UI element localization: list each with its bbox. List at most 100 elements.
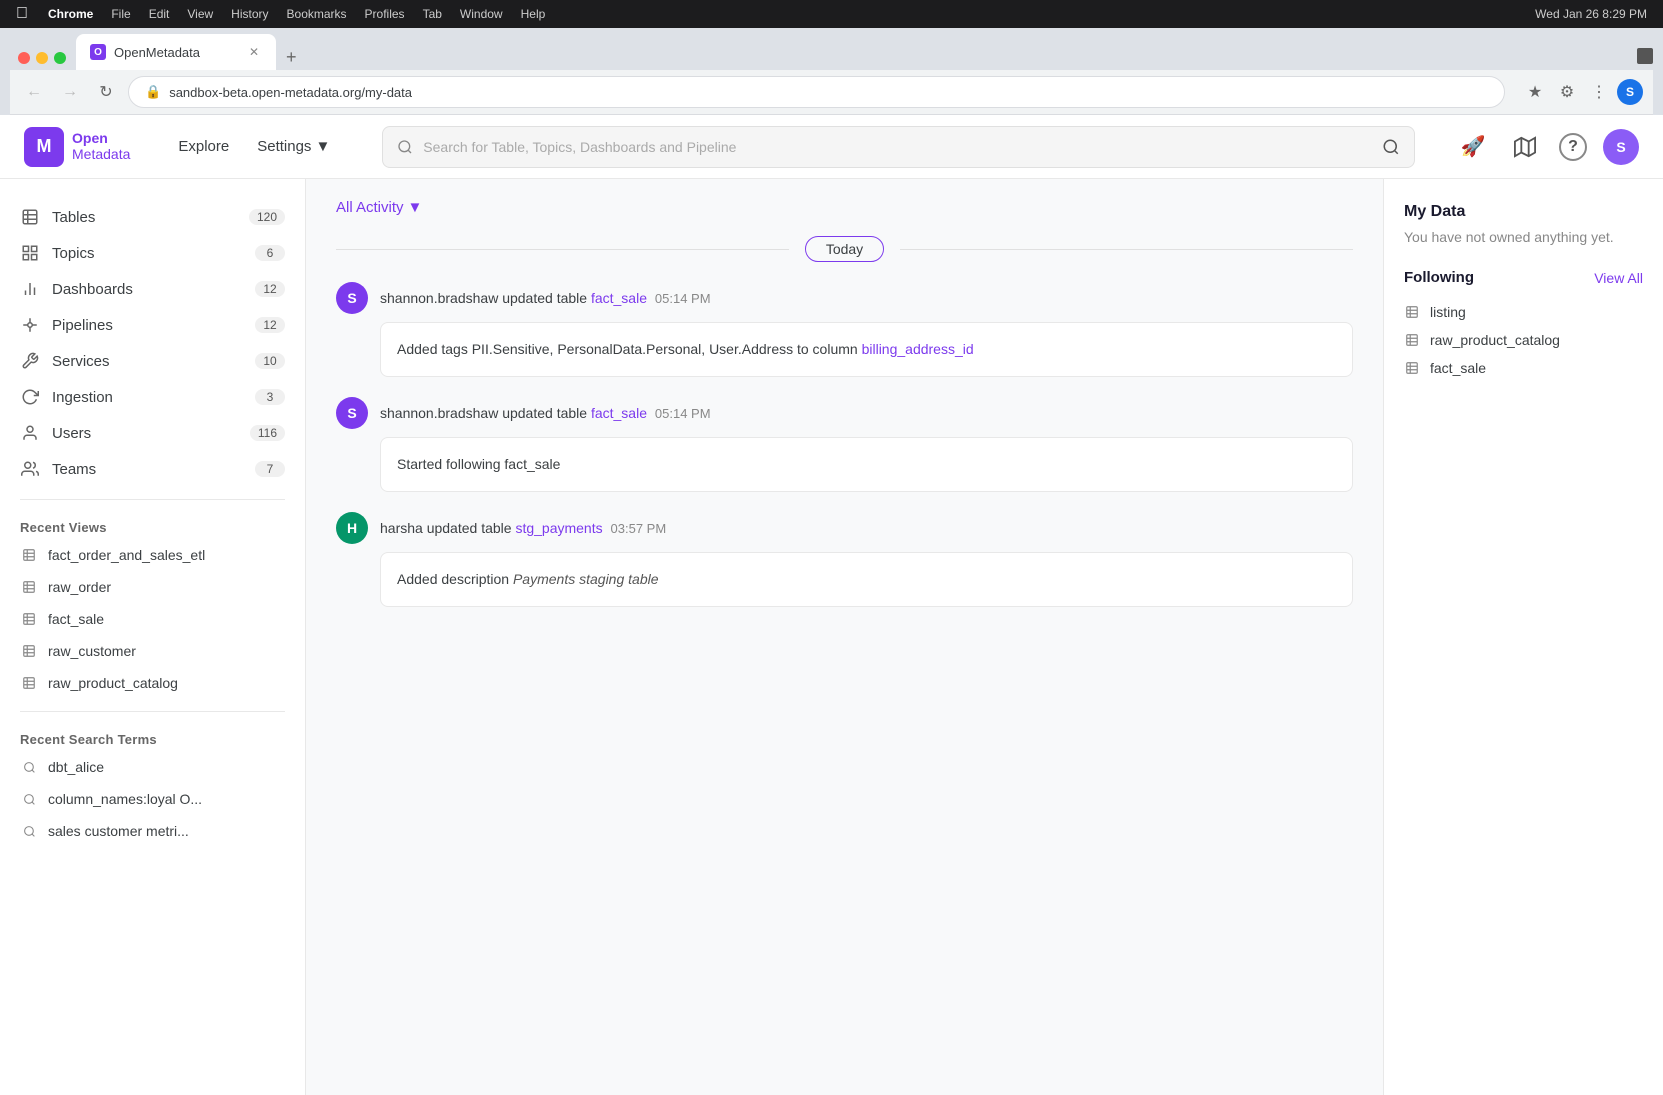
app-header: M Open Metadata Explore Settings ▼ Searc… [0,115,1663,179]
activity-text-2: harsha updated table stg_payments 03:57 … [380,520,666,536]
tables-icon [20,207,40,227]
reload-btn[interactable]: ↻ [92,78,120,106]
sidebar-item-dashboards[interactable]: Dashboards 12 [0,271,305,307]
help-icon[interactable]: ? [1559,133,1587,161]
activity-item-header-2: H harsha updated table stg_payments 03:5… [336,512,1353,544]
activity-card-2: Added description Payments staging table [380,552,1353,607]
sidebar-item-teams[interactable]: Teams 7 [0,451,305,487]
users-count: 116 [250,425,285,441]
chrome-nav-bar: ← → ↻ 🔒 sandbox-beta.open-metadata.org/m… [10,70,1653,115]
recent-search-label-1: column_names:loyal O... [48,791,202,807]
following-item-listing[interactable]: listing [1404,298,1643,326]
mac-menu-file[interactable]: File [111,7,130,21]
recent-view-raw-order[interactable]: raw_order [0,571,305,603]
sidebar-item-services[interactable]: Services 10 [0,343,305,379]
following-item-fact-sale[interactable]: fact_sale [1404,354,1643,382]
recent-view-raw-product-catalog[interactable]: raw_product_catalog [0,667,305,699]
bookmark-icon[interactable]: ★ [1521,78,1549,106]
recent-view-fact-order[interactable]: fact_order_and_sales_etl [0,539,305,571]
forward-btn[interactable]: → [56,78,84,106]
activity-card-italic-2: Payments staging table [513,571,659,587]
activity-item-0: S shannon.bradshaw updated table fact_sa… [336,282,1353,377]
sidebar-item-tables[interactable]: Tables 120 [0,199,305,235]
mac-menu-profiles[interactable]: Profiles [365,7,405,21]
activity-avatar-0: S [336,282,368,314]
following-section: Following View All listing raw_product_c… [1404,269,1643,382]
chrome-browser: O OpenMetadata ✕ + ← → ↻ 🔒 sandbox-beta.… [0,28,1663,115]
mac-menu-history[interactable]: History [231,7,268,21]
table-icon-recent-4 [20,674,38,692]
activity-table-link-2[interactable]: stg_payments [515,520,602,536]
activity-action-0: updated table [502,290,591,306]
activity-table-link-0[interactable]: fact_sale [591,290,647,306]
user-avatar[interactable]: S [1603,129,1639,165]
maximize-window-btn[interactable] [54,52,66,64]
close-window-btn[interactable] [18,52,30,64]
recent-search-1[interactable]: column_names:loyal O... [0,783,305,815]
topics-label: Topics [52,245,243,262]
back-btn[interactable]: ← [20,78,48,106]
logo-icon: M [24,127,64,167]
recent-search-0[interactable]: dbt_alice [0,751,305,783]
following-label-2: fact_sale [1430,360,1486,376]
recent-search-label-2: sales customer metri... [48,823,189,839]
nav-settings[interactable]: Settings ▼ [245,130,342,163]
chrome-tab-openmetadata[interactable]: O OpenMetadata ✕ [76,34,276,70]
nav-explore[interactable]: Explore [166,130,241,163]
activity-card-link-0[interactable]: billing_address_id [862,341,974,357]
recent-view-label-2: fact_sale [48,611,104,627]
users-label: Users [52,425,238,442]
table-icon-recent-2 [20,610,38,628]
activity-avatar-1: S [336,397,368,429]
map-icon[interactable] [1507,129,1543,165]
sidebar-item-ingestion[interactable]: Ingestion 3 [0,379,305,415]
mac-menu-window[interactable]: Window [460,7,503,21]
mac-menu-chrome[interactable]: Chrome [48,7,93,21]
sidebar-item-pipelines[interactable]: Pipelines 12 [0,307,305,343]
recent-view-raw-customer[interactable]: raw_customer [0,635,305,667]
mac-menu-edit[interactable]: Edit [149,7,170,21]
rocket-icon[interactable]: 🚀 [1455,129,1491,165]
ingestion-count: 3 [255,389,285,405]
global-search-bar[interactable]: Search for Table, Topics, Dashboards and… [382,126,1415,168]
sidebar-item-users[interactable]: Users 116 [0,415,305,451]
sidebar-divider-1 [20,499,285,500]
activity-user-0[interactable]: shannon.bradshaw [380,290,498,306]
view-all-btn[interactable]: View All [1594,270,1643,286]
new-tab-btn[interactable]: + [278,44,305,70]
mac-menu-view[interactable]: View [187,7,213,21]
mac-menu-bookmarks[interactable]: Bookmarks [287,7,347,21]
mac-menu-tab[interactable]: Tab [423,7,442,21]
search-submit-btn[interactable] [1382,137,1400,155]
sidebar-item-topics[interactable]: Topics 6 [0,235,305,271]
dashboards-icon [20,279,40,299]
activity-user-2[interactable]: harsha [380,520,423,536]
app-body: Tables 120 Topics 6 Dashboards [0,179,1663,1095]
activity-header: All Activity ▼ [336,199,1353,216]
following-item-raw-product[interactable]: raw_product_catalog [1404,326,1643,354]
recent-view-fact-sale[interactable]: fact_sale [0,603,305,635]
chrome-menu-icon[interactable]: ⋮ [1585,78,1613,106]
recent-search-section: Recent Search Terms dbt_alice column_nam… [0,724,305,847]
chrome-profile-avatar[interactable]: S [1617,79,1643,105]
activity-text-1: shannon.bradshaw updated table fact_sale… [380,405,711,421]
activity-time-1: 05:14 PM [655,406,711,421]
minimize-window-btn[interactable] [36,52,48,64]
main-content: All Activity ▼ Today S shannon.bradshaw … [306,179,1383,1095]
activity-filter-btn[interactable]: All Activity ▼ [336,199,422,216]
dashboards-count: 12 [255,281,285,297]
recent-search-2[interactable]: sales customer metri... [0,815,305,847]
activity-table-link-1[interactable]: fact_sale [591,405,647,421]
mac-menu-help[interactable]: Help [521,7,546,21]
activity-user-1[interactable]: shannon.bradshaw [380,405,498,421]
address-bar[interactable]: 🔒 sandbox-beta.open-metadata.org/my-data [128,76,1505,108]
settings-dropdown-icon: ▼ [315,138,330,155]
activity-card-1: Started following fact_sale [380,437,1353,492]
topics-icon [20,243,40,263]
teams-icon [20,459,40,479]
following-title: Following [1404,269,1474,286]
extensions-icon[interactable]: ⚙ [1553,78,1581,106]
app-logo[interactable]: M Open Metadata [24,127,130,167]
tab-close-btn[interactable]: ✕ [246,44,262,60]
search-icon-recent-0 [20,758,38,776]
